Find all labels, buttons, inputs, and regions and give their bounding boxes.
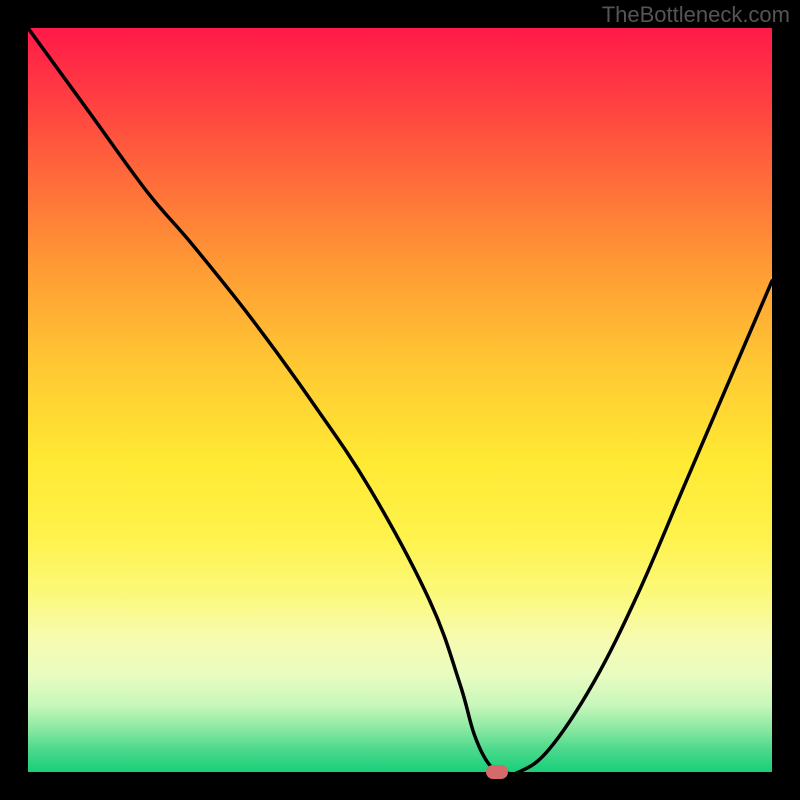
bottleneck-curve-path xyxy=(28,28,772,772)
chart-container: TheBottleneck.com xyxy=(0,0,800,800)
bottleneck-curve-svg xyxy=(28,28,772,772)
minimum-point-marker xyxy=(486,765,508,779)
watermark-text: TheBottleneck.com xyxy=(602,2,790,28)
